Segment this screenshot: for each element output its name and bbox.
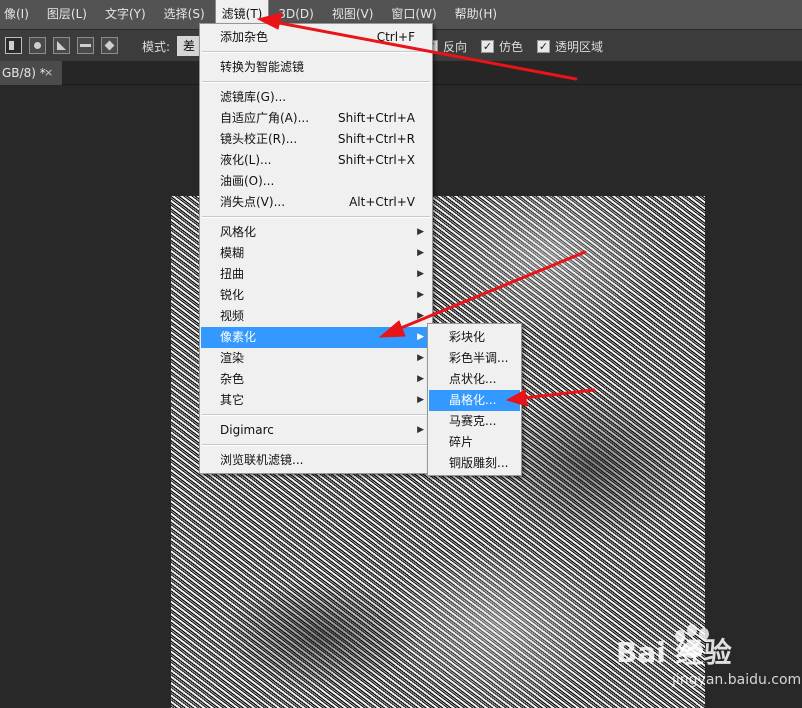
menu-item-label: Digimarc xyxy=(220,423,274,437)
menu-item-label: 渲染 xyxy=(220,351,245,365)
menu-item-label: 自适应广角(A)... xyxy=(220,111,310,125)
chevron-right-icon: ▶ xyxy=(417,311,424,321)
chevron-right-icon: ▶ xyxy=(417,425,424,435)
submenu-item-crystallize[interactable]: 晶格化... xyxy=(429,390,520,411)
menu-item-label: 锐化 xyxy=(220,288,245,302)
menu-separator xyxy=(202,51,430,53)
menu-item-filter-gallery[interactable]: 滤镜库(G)... xyxy=(201,87,431,108)
menu-item-label: 消失点(V)... xyxy=(220,195,286,209)
chevron-right-icon: ▶ xyxy=(417,353,424,363)
check-icon[interactable]: ✓ xyxy=(537,40,550,53)
menu-item-label: 模糊 xyxy=(220,246,245,260)
menu-item-label: 杂色 xyxy=(220,372,245,386)
menu-separator xyxy=(202,414,430,416)
menu-layer[interactable]: 图层(L) xyxy=(41,0,93,29)
menu-item-browse-online-filters[interactable]: 浏览联机滤镜... xyxy=(201,450,431,471)
menu-type[interactable]: 文字(Y) xyxy=(99,0,152,29)
chevron-right-icon: ▶ xyxy=(417,332,424,342)
menu-item-label: 风格化 xyxy=(220,225,257,239)
watermark: Bai 经验 jingyan.baidu.com xyxy=(616,624,802,708)
menu-item-label: 视频 xyxy=(220,309,245,323)
gradient-angle-icon[interactable] xyxy=(53,37,70,54)
shortcut-label: Ctrl+F xyxy=(376,30,415,44)
menu-item-lens-correction[interactable]: 镜头校正(R)... Shift+Ctrl+R xyxy=(201,129,431,150)
menu-item-stylize[interactable]: 风格化 ▶ xyxy=(201,222,431,243)
shortcut-label: Shift+Ctrl+A xyxy=(338,111,415,125)
menu-item-blur[interactable]: 模糊 ▶ xyxy=(201,243,431,264)
chevron-right-icon: ▶ xyxy=(417,395,424,405)
chevron-right-icon: ▶ xyxy=(417,269,424,279)
menu-item-label: 添加杂色 xyxy=(220,30,269,44)
submenu-item-mosaic[interactable]: 马赛克... xyxy=(429,411,520,432)
menu-item-label: 碎片 xyxy=(449,435,474,449)
menu-item-sharpen[interactable]: 锐化 ▶ xyxy=(201,285,431,306)
check-icon[interactable]: ✓ xyxy=(481,40,494,53)
submenu-item-pointillize[interactable]: 点状化... xyxy=(429,369,520,390)
menu-item-digimarc[interactable]: Digimarc ▶ xyxy=(201,420,431,441)
menu-item-video[interactable]: 视频 ▶ xyxy=(201,306,431,327)
menu-separator xyxy=(202,216,430,218)
mode-label: 模式: xyxy=(142,40,171,54)
submenu-item-color-halftone[interactable]: 彩色半调... xyxy=(429,348,520,369)
submenu-item-facet[interactable]: 彩块化 xyxy=(429,327,520,348)
menu-item-vanishing-point[interactable]: 消失点(V)... Alt+Ctrl+V xyxy=(201,192,431,213)
menu-item-label: 彩色半调... xyxy=(449,351,509,365)
chevron-right-icon: ▶ xyxy=(417,290,424,300)
menu-item-label: 滤镜库(G)... xyxy=(220,90,287,104)
menu-item-label: 其它 xyxy=(220,393,245,407)
watermark-url: jingyan.baidu.com xyxy=(672,672,802,688)
shortcut-label: Shift+Ctrl+X xyxy=(338,153,415,167)
menu-item-label: 点状化... xyxy=(449,372,497,386)
chevron-right-icon: ▶ xyxy=(417,227,424,237)
menu-item-label: 镜头校正(R)... xyxy=(220,132,298,146)
submenu-item-fragment[interactable]: 碎片 xyxy=(429,432,520,453)
dither-checkbox[interactable]: ✓ 仿色 xyxy=(481,38,523,55)
menu-item-label: 彩块化 xyxy=(449,330,486,344)
menu-item-oil-paint[interactable]: 油画(O)... xyxy=(201,171,431,192)
close-icon[interactable]: × xyxy=(44,61,53,85)
menu-separator xyxy=(202,81,430,83)
menu-image[interactable]: 像(I) xyxy=(0,0,35,29)
menu-item-label: 扭曲 xyxy=(220,267,245,281)
chevron-right-icon: ▶ xyxy=(417,248,424,258)
gradient-diamond-icon[interactable] xyxy=(101,37,118,54)
menu-item-convert-smart-filter[interactable]: 转换为智能滤镜 xyxy=(201,57,431,78)
dither-label: 仿色 xyxy=(499,40,524,54)
gradient-radial-icon[interactable] xyxy=(29,37,46,54)
document-tab[interactable]: GB/8) * × xyxy=(0,61,62,85)
gradient-linear-icon[interactable] xyxy=(5,37,22,54)
menu-item-label: 晶格化... xyxy=(449,393,497,407)
submenu-item-mezzotint[interactable]: 铜版雕刻... xyxy=(429,453,520,474)
menu-item-adaptive-wide-angle[interactable]: 自适应广角(A)... Shift+Ctrl+A xyxy=(201,108,431,129)
menu-item-distort[interactable]: 扭曲 ▶ xyxy=(201,264,431,285)
menu-separator xyxy=(202,444,430,446)
menu-item-label: 转换为智能滤镜 xyxy=(220,60,305,74)
transparency-checkbox[interactable]: ✓ 透明区域 xyxy=(537,38,603,55)
pixelate-submenu: 彩块化 彩色半调... 点状化... 晶格化... 马赛克... 碎片 铜版雕刻… xyxy=(427,323,522,476)
shortcut-label: Shift+Ctrl+R xyxy=(337,132,415,146)
menu-item-other[interactable]: 其它 ▶ xyxy=(201,390,431,411)
menu-item-add-noise[interactable]: 添加杂色 Ctrl+F xyxy=(201,27,431,48)
menu-help[interactable]: 帮助(H) xyxy=(449,0,503,29)
menu-item-render[interactable]: 渲染 ▶ xyxy=(201,348,431,369)
menu-item-label: 浏览联机滤镜... xyxy=(220,453,304,467)
menu-item-label: 油画(O)... xyxy=(220,174,275,188)
menu-item-label: 液化(L)... xyxy=(220,153,272,167)
menu-item-pixelate[interactable]: 像素化 ▶ xyxy=(201,327,431,348)
menu-item-label: 铜版雕刻... xyxy=(449,456,509,470)
gradient-reflected-icon[interactable] xyxy=(77,37,94,54)
menu-item-label: 像素化 xyxy=(220,330,257,344)
document-tab-title: GB/8) * xyxy=(2,66,46,80)
menu-item-noise[interactable]: 杂色 ▶ xyxy=(201,369,431,390)
menu-item-liquify[interactable]: 液化(L)... Shift+Ctrl+X xyxy=(201,150,431,171)
shortcut-label: Alt+Ctrl+V xyxy=(349,195,415,209)
chevron-right-icon: ▶ xyxy=(417,374,424,384)
transparency-label: 透明区域 xyxy=(555,40,604,54)
menu-item-label: 马赛克... xyxy=(449,414,497,428)
watermark-brand: Bai 经验 xyxy=(616,636,732,669)
filter-menu: 添加杂色 Ctrl+F 转换为智能滤镜 滤镜库(G)... 自适应广角(A)..… xyxy=(199,23,433,474)
reverse-label: 反向 xyxy=(443,40,468,54)
